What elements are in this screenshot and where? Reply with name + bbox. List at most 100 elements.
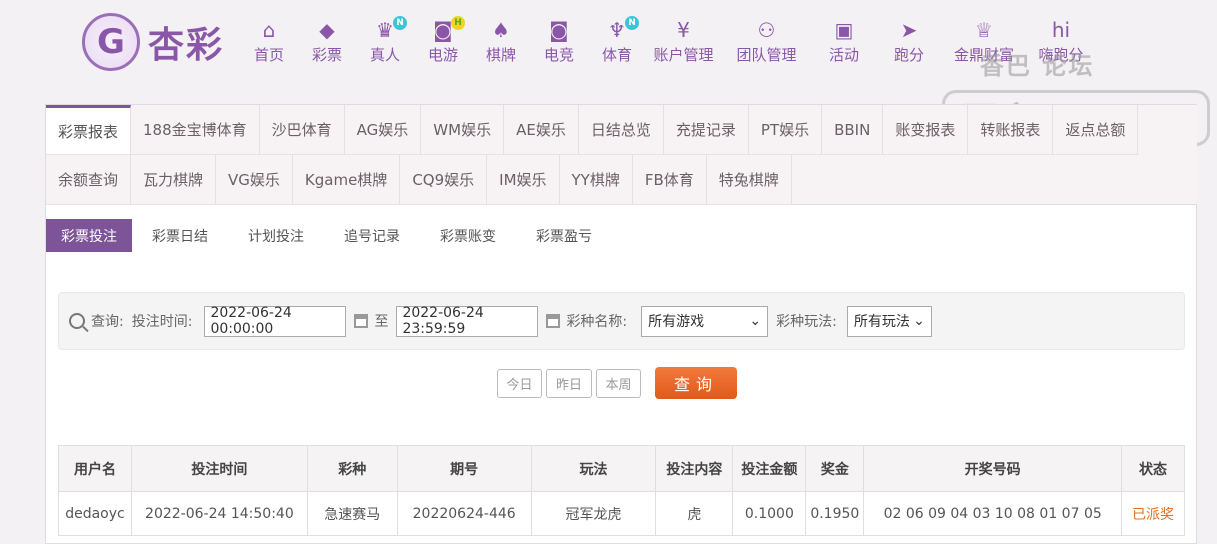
report-tab[interactable]: WM娱乐 <box>421 105 505 155</box>
logo-text: 杏彩 <box>148 25 225 66</box>
play-type-select[interactable]: 所有玩法 ⌄ <box>846 305 932 337</box>
report-tab[interactable]: 余额查询 <box>46 155 132 205</box>
lottery-subtab[interactable]: 彩票投注 <box>46 219 132 252</box>
date-quick-buttons: 今日 昨日 本周 查询 <box>497 367 737 399</box>
filter-bar: 查询: 投注时间: 2022-06-24 00:00:00 至 2022-06-… <box>58 292 1185 350</box>
nav-label: 棋牌 <box>485 46 516 64</box>
nav-item[interactable]: ⌂ 首页 <box>240 18 298 65</box>
nav-badge: H <box>451 16 465 30</box>
report-tab[interactable]: 彩票报表 <box>46 105 132 155</box>
column-header: 玩法 <box>530 445 657 492</box>
nav-label: 电游 <box>427 46 458 64</box>
report-tab[interactable]: AE娱乐 <box>504 105 579 155</box>
play-type-label: 彩种玩法: <box>776 314 837 330</box>
table-cell: 2022-06-24 14:50:40 <box>130 491 308 536</box>
site-logo[interactable]: G 杏彩 <box>82 12 224 72</box>
nav-item[interactable]: ◙ 电竞 <box>530 18 588 65</box>
report-tab[interactable]: VG娱乐 <box>216 155 293 205</box>
report-tabs: 彩票报表 188金宝博体育 沙巴体育 AG娱乐 WM娱乐 AE娱乐 日结总览 充提记录 PT娱乐… <box>46 105 1197 205</box>
report-tab[interactable]: FB体育 <box>632 155 707 205</box>
report-tab[interactable]: 账变报表 <box>883 105 969 155</box>
column-header: 彩种 <box>306 445 398 492</box>
report-tab[interactable]: 充提记录 <box>663 105 749 155</box>
nav-item[interactable]: ♠ 棋牌 <box>472 18 530 65</box>
end-time-input[interactable]: 2022-06-24 23:59:59 <box>396 305 539 337</box>
nav-label: 跑分 <box>893 46 924 64</box>
table-cell: 02 06 09 04 03 10 08 01 07 05 <box>863 491 1122 536</box>
nav-item[interactable]: ⚇ 团队管理 <box>721 18 812 65</box>
nav-item[interactable]: ▣ 活动 <box>812 18 876 65</box>
column-header: 投注时间 <box>130 445 308 492</box>
play-type-select-value: 所有玩法 <box>853 314 910 330</box>
column-header: 投注内容 <box>655 445 734 492</box>
table-row[interactable]: dedaoyc 2022-06-24 14:50:40 急速赛马 20220624-4… <box>58 491 1185 536</box>
report-tab[interactable]: IM娱乐 <box>487 155 560 205</box>
table-cell: 20220624-446 <box>396 491 532 536</box>
tab-row-2: 余额查询 瓦力棋牌 VG娱乐 Kgame棋牌 CQ9娱乐 IM娱乐 YY棋牌 FB体育 特兔棋牌 <box>46 155 1197 205</box>
cards-icon: ♠ <box>492 18 510 42</box>
lottery-subtab[interactable]: 彩票账变 <box>420 219 516 252</box>
start-time-input[interactable]: 2022-06-24 00:00:00 <box>204 305 347 337</box>
nav-label: 团队管理 <box>736 46 797 64</box>
logo-mark-icon: G <box>82 13 140 71</box>
report-tab[interactable]: YY棋牌 <box>559 155 633 205</box>
yesterday-button[interactable]: 昨日 <box>546 368 592 398</box>
lottery-subtab[interactable]: 计划投注 <box>228 219 324 252</box>
gift-icon: ▣ <box>834 18 854 42</box>
column-header: 奖金 <box>805 445 865 492</box>
report-tab[interactable]: CQ9娱乐 <box>400 155 488 205</box>
hi-app-icon: hi <box>1051 18 1071 42</box>
nav-label: 彩票 <box>311 46 342 64</box>
nav-badge: N <box>625 16 639 30</box>
account-icon: ¥ <box>677 18 690 42</box>
today-button[interactable]: 今日 <box>497 368 542 398</box>
game-name-select[interactable]: 所有游戏 ⌄ <box>641 305 769 337</box>
report-tab[interactable]: 188金宝博体育 <box>131 105 260 155</box>
nav-item[interactable]: ♆ N 体育 <box>588 16 646 65</box>
report-tab[interactable]: PT娱乐 <box>748 105 823 155</box>
report-tab[interactable]: 日结总览 <box>578 105 664 155</box>
this-week-button[interactable]: 本周 <box>596 368 641 398</box>
race-icon: ➤ <box>900 18 918 42</box>
home-icon: ⌂ <box>262 18 276 42</box>
nav-item[interactable]: ◆ 彩票 <box>298 18 356 65</box>
calendar-icon[interactable] <box>354 314 369 328</box>
report-tab[interactable]: 转账报表 <box>968 105 1054 155</box>
lottery-subtabs: 彩票投注 彩票日结 计划投注 追号记录 彩票账变 彩票盈亏 <box>46 219 612 252</box>
esports-icon: ◙ <box>549 18 569 42</box>
report-tab[interactable]: 瓦力棋牌 <box>131 155 217 205</box>
nav-label: 活动 <box>828 46 859 64</box>
table-cell: 冠军龙虎 <box>530 491 657 536</box>
status-badge: 已派奖 <box>1121 491 1185 536</box>
tab-row-1: 彩票报表 188金宝博体育 沙巴体育 AG娱乐 WM娱乐 AE娱乐 日结总览 充提记录 PT娱乐… <box>46 105 1197 155</box>
nav-item[interactable]: ¥ 账户管理 <box>646 18 721 65</box>
lottery-subtab[interactable]: 追号记录 <box>324 219 420 252</box>
nav-item[interactable]: ➤ 跑分 <box>876 18 942 65</box>
lottery-ticket-icon: ◆ <box>319 18 335 42</box>
report-tab[interactable]: BBIN <box>822 105 884 155</box>
lottery-subtab[interactable]: 彩票盈亏 <box>516 219 612 252</box>
nav-item[interactable]: ◙ H 电游 <box>414 16 472 65</box>
chevron-down-icon: ⌄ <box>749 313 762 329</box>
nav-label: 电竞 <box>543 46 574 64</box>
query-label: 查询: <box>91 314 124 330</box>
lottery-subtab[interactable]: 彩票日结 <box>132 219 228 252</box>
report-tab[interactable]: Kgame棋牌 <box>292 155 401 205</box>
top-navigation-bar: G 杏彩 ⌂ 首页 ◆ 彩票 ♛ N 真人 ◙ H 电游 ♠ 棋牌 ◙ 电竞 ♆ N 体育 ¥ 账户管理 ⚇ 团队管理 ▣… <box>0 0 1217 146</box>
table-cell: dedaoyc <box>58 491 132 536</box>
report-panel: 彩票报表 188金宝博体育 沙巴体育 AG娱乐 WM娱乐 AE娱乐 日结总览 充提记录 PT娱乐… <box>45 104 1197 544</box>
report-tab[interactable]: AG娱乐 <box>344 105 422 155</box>
game-name-select-value: 所有游戏 <box>648 314 705 330</box>
report-tab[interactable]: 沙巴体育 <box>259 105 345 155</box>
column-header: 开奖号码 <box>863 445 1122 492</box>
nav-item[interactable]: ♛ N 真人 <box>356 16 414 65</box>
nav-label: 体育 <box>601 46 632 64</box>
report-tab[interactable]: 特兔棋牌 <box>706 155 792 205</box>
watermark-top-text: 香巴 论坛 <box>980 52 1095 80</box>
column-header: 期号 <box>396 445 532 492</box>
nav-label: 账户管理 <box>653 46 714 64</box>
bet-records-table: 用户名 投注时间 彩种 期号 玩法 投注内容 投注金额 奖金 开奖号码 状态 dedaoyc 202… <box>58 445 1185 536</box>
calendar-icon[interactable] <box>546 314 561 328</box>
query-submit-button[interactable]: 查询 <box>655 367 737 399</box>
report-tab[interactable]: 返点总额 <box>1053 105 1139 155</box>
